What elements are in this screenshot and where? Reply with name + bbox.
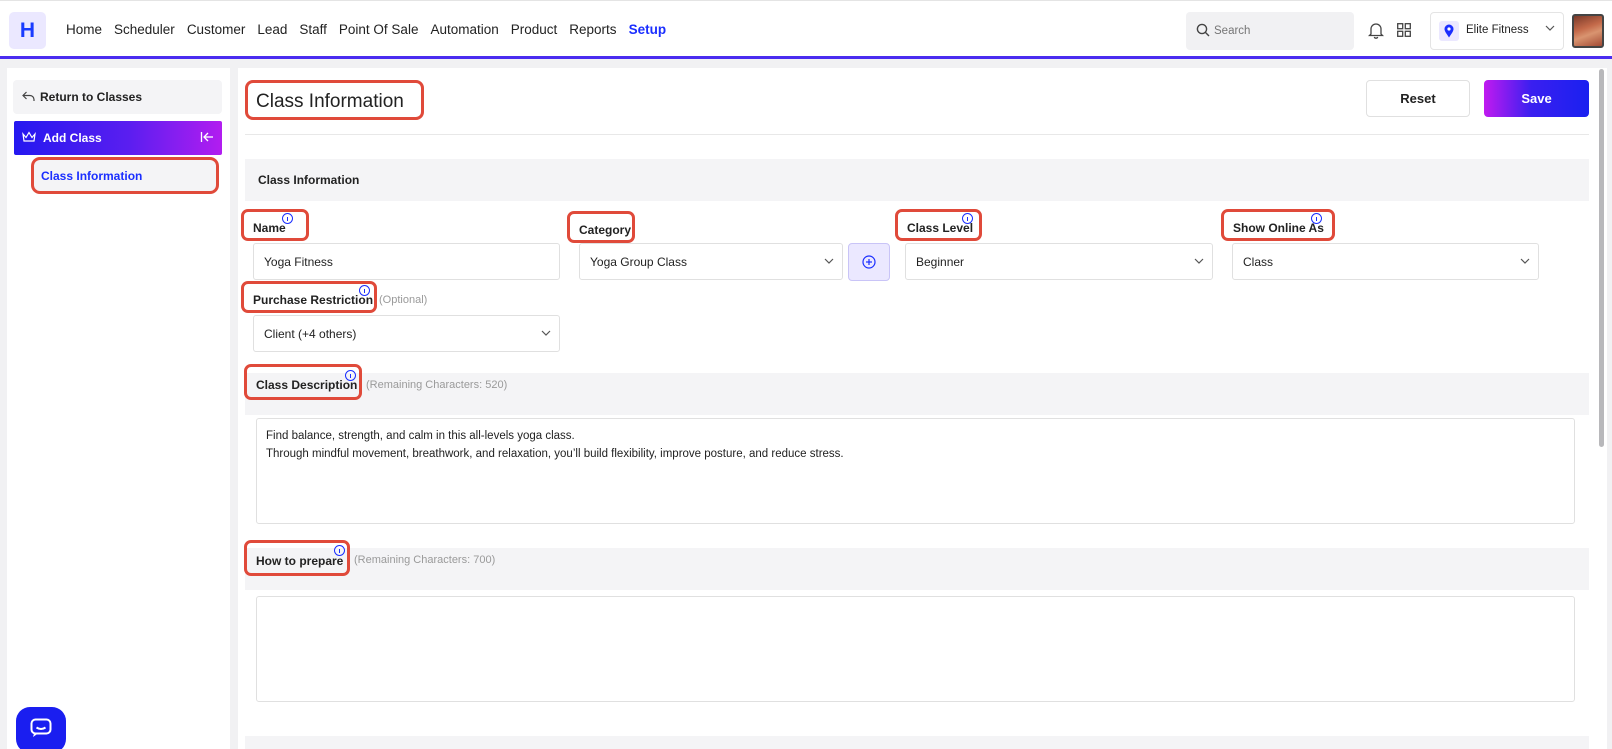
return-arrow-icon bbox=[22, 91, 35, 101]
nav-item-staff[interactable]: Staff bbox=[299, 22, 327, 37]
info-icon[interactable] bbox=[359, 285, 370, 296]
info-icon[interactable] bbox=[282, 213, 293, 224]
chevron-down-icon bbox=[824, 258, 834, 264]
sidebar-item-class-information[interactable]: Class Information bbox=[34, 160, 216, 191]
info-icon[interactable] bbox=[334, 545, 345, 556]
optional-note: (Optional) bbox=[379, 294, 428, 306]
main-nav: Home Scheduler Customer Lead Staff Point… bbox=[66, 22, 678, 37]
collapse-sidebar-icon[interactable] bbox=[200, 131, 214, 143]
crown-icon bbox=[22, 131, 36, 142]
chat-icon bbox=[30, 718, 52, 737]
class-description-label-box: Class Description bbox=[244, 364, 362, 400]
info-icon[interactable] bbox=[1311, 213, 1322, 224]
name-label: Name bbox=[253, 221, 286, 235]
category-value: Yoga Group Class bbox=[590, 255, 687, 269]
class-description-line: Through mindful movement, breathwork, an… bbox=[266, 448, 844, 460]
add-class-header[interactable]: Add Class bbox=[14, 121, 222, 155]
app-logo[interactable]: H bbox=[9, 12, 46, 49]
chevron-down-icon bbox=[1194, 258, 1204, 264]
page-title-box: Class Information bbox=[245, 80, 424, 120]
class-level-select[interactable]: Beginner bbox=[905, 243, 1213, 280]
search-input[interactable] bbox=[1214, 22, 1344, 40]
purchase-restriction-select[interactable]: Client (+4 others) bbox=[253, 315, 560, 352]
class-description-remaining: (Remaining Characters: 520) bbox=[366, 379, 508, 391]
show-online-as-label: Show Online As bbox=[1233, 221, 1324, 235]
page-title: Class Information bbox=[256, 91, 404, 112]
nav-item-automation[interactable]: Automation bbox=[430, 22, 498, 37]
return-to-classes-button[interactable]: Return to Classes bbox=[13, 80, 222, 114]
show-online-as-value: Class bbox=[1243, 255, 1274, 269]
class-description-line: Find balance, strength, and calm in this… bbox=[266, 430, 575, 442]
save-button[interactable]: Save bbox=[1484, 80, 1589, 117]
purchase-restriction-label-box: Purchase Restriction bbox=[241, 281, 377, 313]
purchase-restriction-value: Client (+4 others) bbox=[264, 327, 357, 341]
category-label-box: Category bbox=[567, 211, 635, 243]
nav-item-product[interactable]: Product bbox=[511, 22, 558, 37]
purchase-restriction-label: Purchase Restriction bbox=[253, 293, 374, 307]
nav-item-lead[interactable]: Lead bbox=[257, 22, 287, 37]
avatar[interactable] bbox=[1572, 14, 1604, 48]
return-label: Return to Classes bbox=[40, 90, 143, 104]
nav-item-customer[interactable]: Customer bbox=[187, 22, 246, 37]
chevron-down-icon bbox=[541, 330, 551, 336]
add-circle-icon bbox=[862, 255, 876, 269]
section-title: Class Information bbox=[258, 173, 360, 187]
name-field[interactable]: Yoga Fitness bbox=[253, 243, 560, 280]
category-select[interactable]: Yoga Group Class bbox=[579, 243, 843, 280]
show-online-as-select[interactable]: Class bbox=[1232, 243, 1539, 280]
reset-button[interactable]: Reset bbox=[1366, 80, 1470, 117]
info-icon[interactable] bbox=[962, 213, 973, 224]
apps-grid-icon[interactable] bbox=[1397, 23, 1411, 37]
how-to-prepare-label-box: How to prepare bbox=[244, 540, 350, 576]
chevron-down-icon bbox=[1520, 258, 1530, 264]
search-icon bbox=[1196, 23, 1210, 37]
location-name: Elite Fitness bbox=[1466, 24, 1529, 36]
how-to-prepare-textarea[interactable] bbox=[256, 596, 1575, 702]
search-box[interactable] bbox=[1186, 12, 1354, 50]
left-sidebar: Return to Classes Add Class Class Inform… bbox=[7, 68, 230, 749]
sidebar-item-label: Class Information bbox=[41, 169, 143, 183]
class-level-label: Class Level bbox=[907, 221, 974, 235]
bell-icon[interactable] bbox=[1368, 21, 1384, 39]
add-class-label: Add Class bbox=[43, 131, 102, 145]
location-selector[interactable]: Elite Fitness bbox=[1430, 12, 1564, 50]
name-label-box: Name bbox=[241, 209, 309, 241]
location-pin-icon bbox=[1439, 21, 1459, 41]
scrollbar[interactable] bbox=[1599, 69, 1604, 447]
nav-item-point-of-sale[interactable]: Point Of Sale bbox=[339, 22, 419, 37]
chat-button[interactable] bbox=[16, 707, 66, 749]
name-value: Yoga Fitness bbox=[264, 255, 333, 269]
next-section-header bbox=[245, 736, 1589, 749]
class-level-value: Beginner bbox=[916, 255, 965, 269]
main-panel: Class Information Reset Save Class Infor… bbox=[238, 68, 1607, 749]
add-category-button[interactable] bbox=[848, 243, 890, 281]
nav-item-home[interactable]: Home bbox=[66, 22, 102, 37]
nav-item-reports[interactable]: Reports bbox=[569, 22, 616, 37]
nav-item-setup[interactable]: Setup bbox=[629, 22, 667, 37]
class-information-section-header: Class Information bbox=[245, 159, 1589, 201]
how-to-prepare-remaining: (Remaining Characters: 700) bbox=[354, 554, 496, 566]
class-description-textarea[interactable]: Find balance, strength, and calm in this… bbox=[256, 418, 1575, 524]
info-icon[interactable] bbox=[345, 370, 356, 381]
nav-item-scheduler[interactable]: Scheduler bbox=[114, 22, 175, 37]
top-bar: H Home Scheduler Customer Lead Staff Poi… bbox=[0, 0, 1612, 59]
class-description-label: Class Description bbox=[256, 378, 358, 392]
chevron-down-icon bbox=[1545, 25, 1555, 31]
header-divider bbox=[245, 134, 1589, 135]
how-to-prepare-label: How to prepare bbox=[256, 554, 344, 568]
category-label: Category bbox=[579, 223, 632, 237]
